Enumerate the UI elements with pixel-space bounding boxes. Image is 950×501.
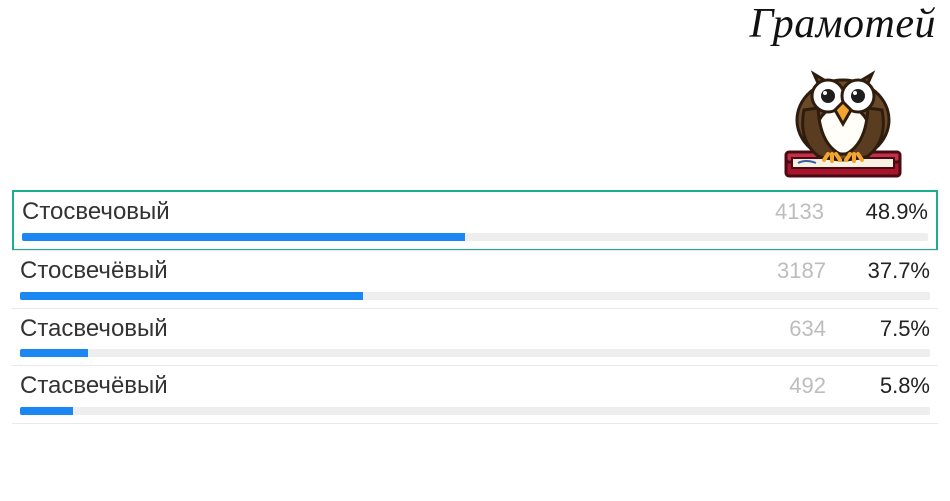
option-row[interactable]: Стасвечовый 634 7.5% [12,308,938,367]
option-count: 492 [736,373,826,399]
option-label: Стосвечовый [22,198,734,227]
option-count: 4133 [734,199,824,225]
progress-bar-fill [20,349,88,357]
progress-bar [20,407,930,415]
owl-on-book-icon [768,46,918,186]
option-percent: 37.7% [850,258,930,284]
option-label: Стосвечёвый [20,257,736,286]
progress-bar [22,233,928,241]
option-count: 3187 [736,258,826,284]
poll-results: Стосвечовый 4133 48.9% Стосвечёвый 3187 … [0,190,950,424]
progress-bar [20,349,930,357]
option-count: 634 [736,316,826,342]
brand-title: Грамотей [750,0,937,48]
progress-bar-fill [22,233,465,241]
option-percent: 48.9% [848,199,928,225]
option-row[interactable]: Стосвечёвый 3187 37.7% [12,250,938,309]
option-percent: 7.5% [850,316,930,342]
progress-bar-fill [20,407,73,415]
option-label: Стасвечовый [20,315,736,344]
progress-bar-fill [20,292,363,300]
option-label: Стасвечёвый [20,372,736,401]
progress-bar [20,292,930,300]
option-row[interactable]: Стосвечовый 4133 48.9% [12,190,938,251]
option-percent: 5.8% [850,373,930,399]
brand: Грамотей [750,0,937,191]
header: Грамотей [0,0,950,190]
option-row[interactable]: Стасвечёвый 492 5.8% [12,365,938,424]
